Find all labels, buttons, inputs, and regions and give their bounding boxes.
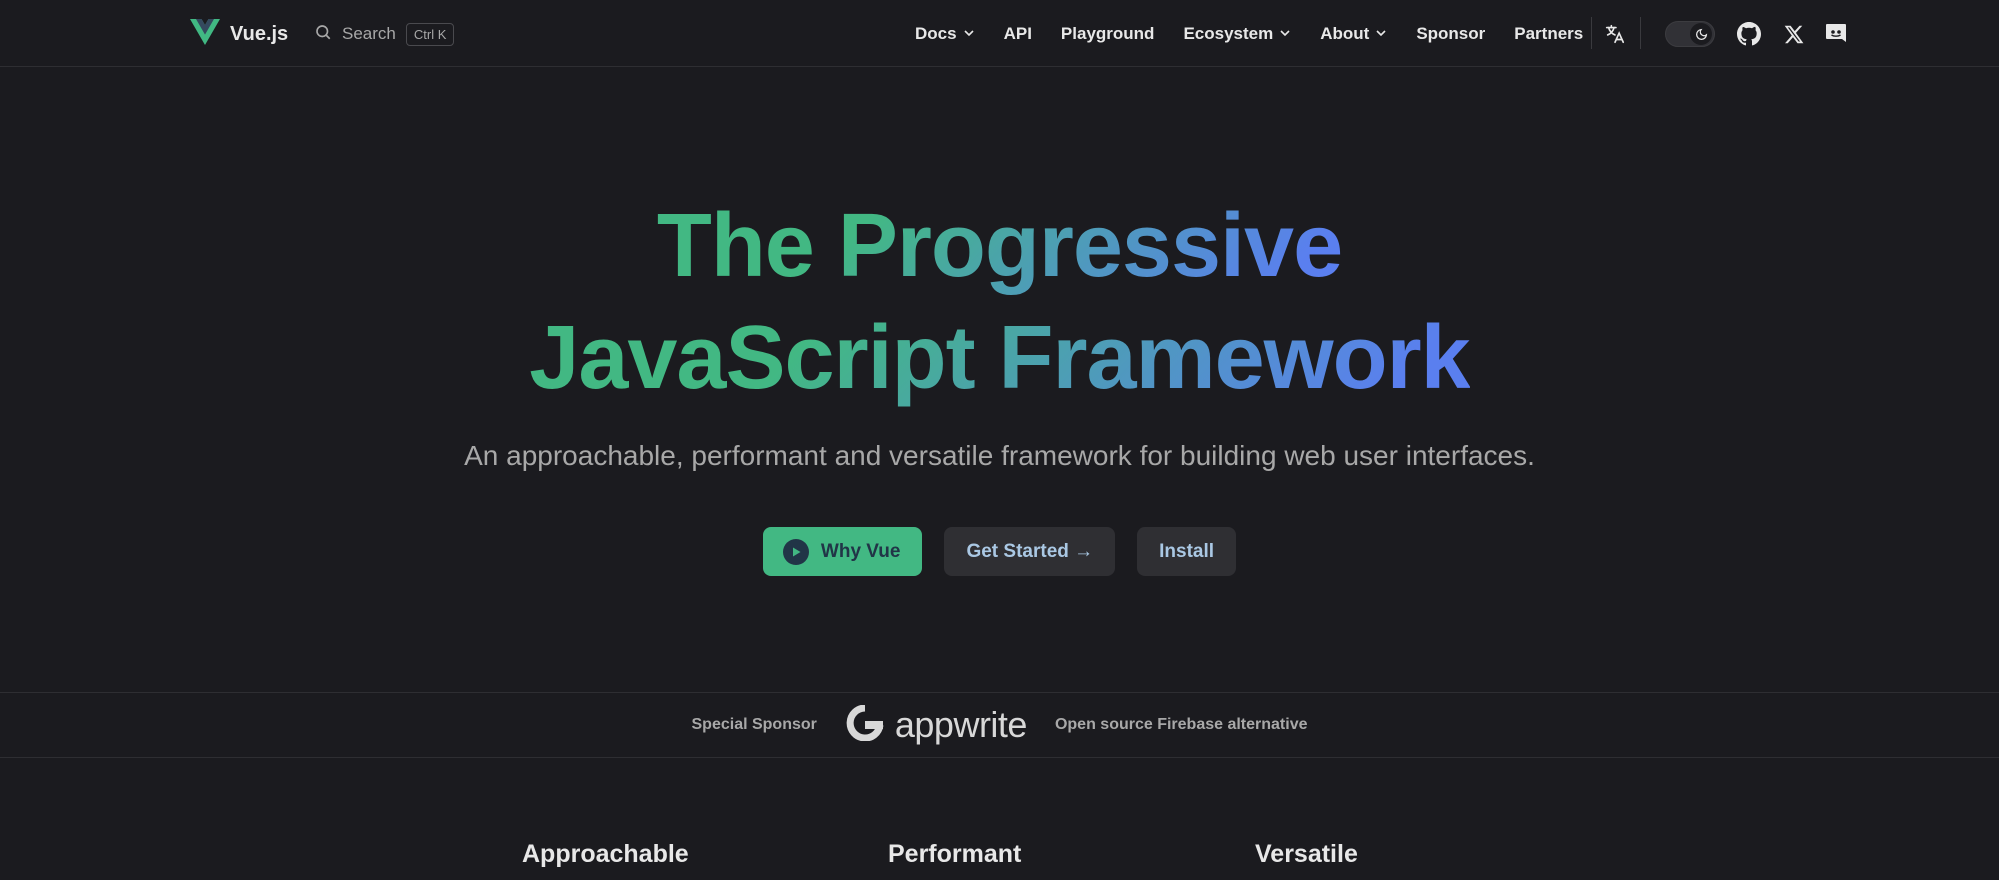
hero-title-line2: JavaScript Framework [529, 302, 1470, 414]
menu-item-sponsor[interactable]: Sponsor [1416, 24, 1485, 44]
x-icon[interactable] [1779, 20, 1807, 48]
menu-item-label: Docs [915, 24, 957, 43]
menu-item-label: Partners [1514, 24, 1584, 43]
nav-divider [1640, 17, 1641, 49]
nav-divider [1591, 17, 1592, 49]
hero-title-line1: The Progressive [657, 190, 1343, 302]
sponsor-label: Special Sponsor [691, 716, 817, 733]
get-started-label: Get Started → [966, 540, 1094, 562]
install-label: Install [1159, 540, 1215, 562]
menu-item-playground[interactable]: Playground [1061, 24, 1155, 44]
appwrite-logo-link[interactable]: appwrite [845, 704, 1027, 746]
chevron-down-icon [1375, 24, 1387, 44]
menu-item-label: API [1003, 24, 1032, 43]
brand-home-link[interactable]: Vue.js [189, 18, 289, 50]
discord-icon[interactable] [1822, 20, 1850, 48]
menu-item-label: Playground [1060, 24, 1155, 43]
top-navbar: Vue.js Search Ctrl K Docs API Playground… [0, 0, 1999, 67]
menu-item-docs[interactable]: Docs [915, 24, 975, 44]
appwrite-wordmark: appwrite [894, 704, 1028, 745]
get-started-button[interactable]: Get Started → [944, 527, 1116, 576]
sponsor-tagline: Open source Firebase alternative [1054, 716, 1308, 733]
hero-actions: Why Vue Get Started → Install [0, 527, 1999, 576]
search-shortcut-badge: Ctrl K [405, 22, 455, 46]
github-icon[interactable] [1735, 20, 1763, 48]
menu-item-ecosystem[interactable]: Ecosystem [1183, 24, 1291, 44]
hero-title: The Progressive JavaScript Framework [0, 190, 1999, 414]
translate-icon[interactable] [1601, 20, 1629, 48]
menu-item-label: About [1320, 24, 1370, 43]
hero-subtitle: An approachable, performant and versatil… [464, 440, 1535, 471]
brand-name: Vue.js [230, 22, 289, 45]
why-vue-label: Why Vue [820, 540, 901, 562]
chevron-down-icon [963, 24, 975, 44]
menu-item-api[interactable]: API [1004, 24, 1032, 44]
search-icon [314, 23, 332, 46]
special-sponsor-bar: Special Sponsor appwrite Open source Fir… [0, 692, 1999, 758]
menu-item-about[interactable]: About [1320, 24, 1387, 44]
install-button[interactable]: Install [1137, 527, 1237, 576]
menu-item-label: Sponsor [1416, 24, 1486, 43]
moon-icon [1690, 23, 1712, 45]
why-vue-button[interactable]: Why Vue [762, 527, 923, 576]
feature-approachable-title: Approachable [522, 840, 689, 868]
vue-logo-icon [189, 18, 220, 50]
dark-mode-toggle[interactable] [1665, 21, 1715, 47]
appwrite-logo-icon [845, 704, 885, 746]
menu-item-label: Ecosystem [1183, 24, 1274, 43]
feature-versatile-title: Versatile [1255, 840, 1358, 868]
play-icon [782, 538, 809, 565]
search-label: Search [342, 24, 396, 43]
search-button[interactable]: Search Ctrl K [314, 20, 455, 48]
feature-performant-title: Performant [888, 840, 1022, 868]
main-menu: Docs API Playground Ecosystem About Spon… [915, 19, 1583, 49]
menu-item-partners[interactable]: Partners [1514, 24, 1583, 44]
chevron-down-icon [1279, 24, 1291, 44]
